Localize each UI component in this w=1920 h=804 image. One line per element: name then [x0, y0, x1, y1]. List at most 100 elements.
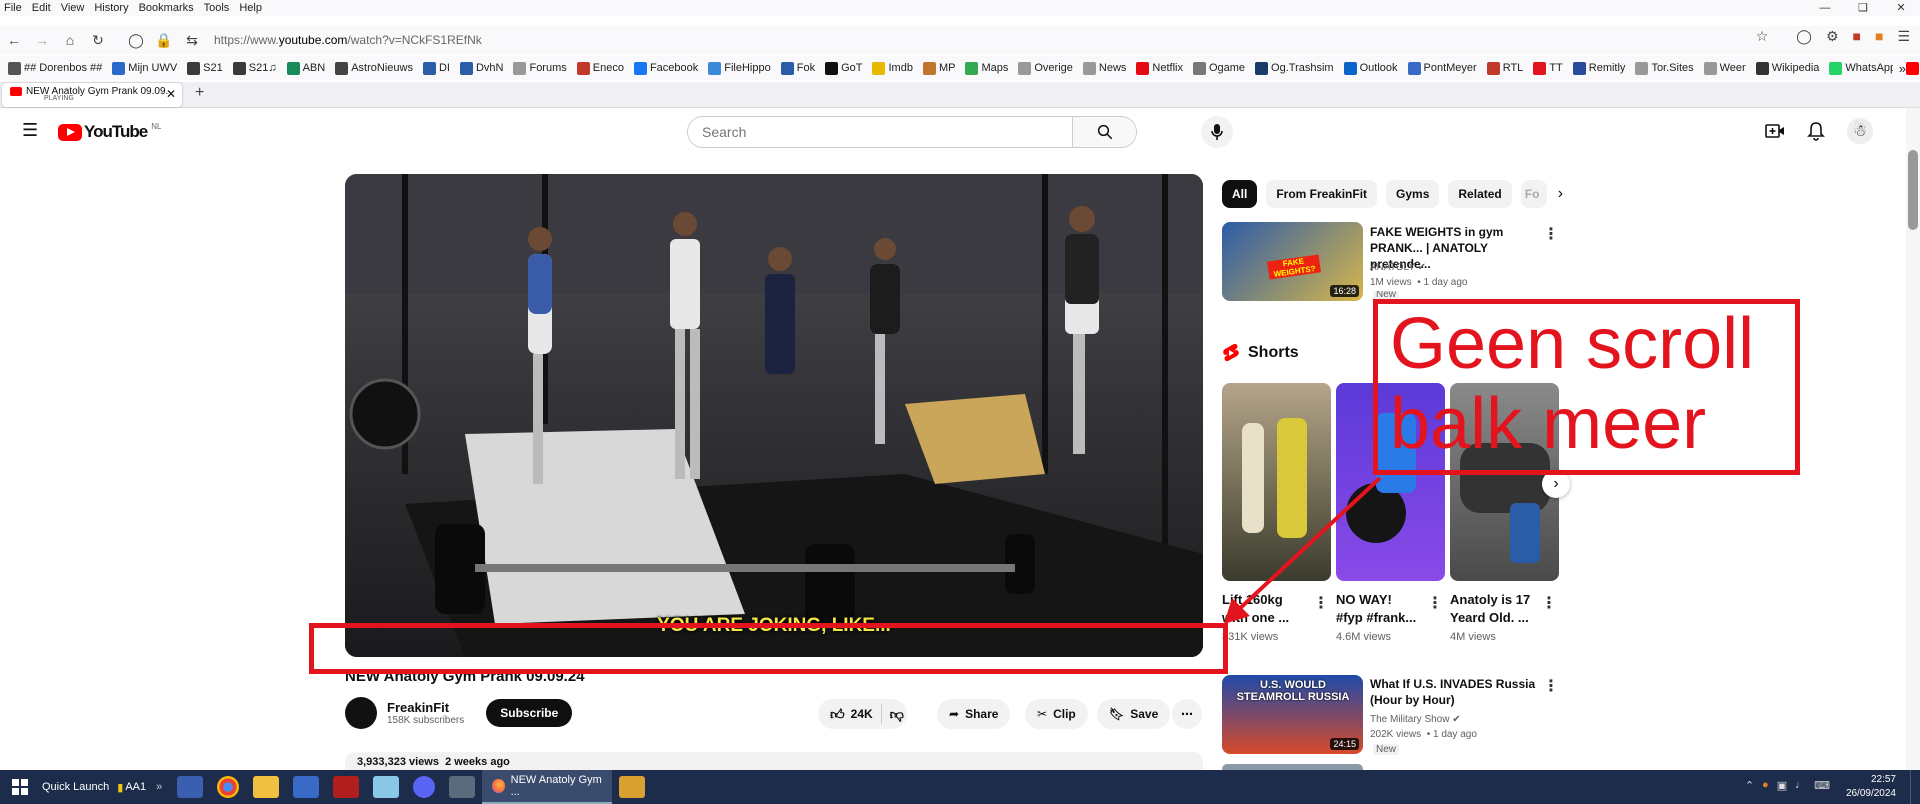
menu-history[interactable]: History	[94, 2, 128, 14]
shield-icon[interactable]: ◯	[122, 28, 150, 52]
chips-next-icon[interactable]: ›	[1558, 180, 1563, 208]
bookmark-item[interactable]: Weer	[1703, 61, 1746, 75]
related-channel[interactable]: The Military Show ✔	[1370, 714, 1461, 725]
app-menu-icon[interactable]: ☰	[1897, 28, 1910, 45]
bookmark-item[interactable]: RTL	[1486, 61, 1523, 75]
save-button[interactable]: 🔖︎ Save	[1097, 699, 1171, 729]
folder-icon[interactable]: ▮	[117, 781, 123, 794]
forward-icon[interactable]: →	[28, 28, 56, 52]
bookmark-item[interactable]: Mijn UWV	[112, 61, 177, 75]
lock-icon[interactable]: 🔒	[150, 28, 178, 52]
bookmark-item[interactable]: TT	[1533, 61, 1563, 75]
chip-all[interactable]: All	[1222, 180, 1258, 208]
back-icon[interactable]: ←	[0, 28, 28, 52]
extension-orange-icon[interactable]: ■	[1875, 28, 1883, 45]
keyboard-icon[interactable]: ⌨	[1814, 779, 1830, 792]
tab-youtube[interactable]: NEW Anatoly Gym Prank 09.09. PLAYING ✕	[2, 83, 182, 107]
related-thumbnail[interactable]: U.S. WOULD STEAMROLL RUSSIA 24:15	[1222, 675, 1363, 754]
menu-bookmarks[interactable]: Bookmarks	[139, 2, 194, 14]
bookmark-item[interactable]: Ogame	[1192, 61, 1245, 75]
short-title[interactable]: Anatoly is 17 Yeard Old. ...	[1450, 591, 1540, 627]
chip-gyms[interactable]: Gyms	[1386, 180, 1440, 208]
bookmark-item[interactable]: FileHippo	[708, 61, 771, 75]
bookmark-item[interactable]: MP	[922, 61, 955, 75]
aa1-label[interactable]: AA1	[125, 781, 146, 793]
tray-app-icon[interactable]: ●	[1762, 779, 1769, 792]
dislike-icon[interactable]: 👎︎	[890, 706, 904, 723]
bookmark-item[interactable]: Remitly	[1572, 61, 1625, 75]
bookmark-item[interactable]: News	[1082, 61, 1126, 75]
shield-app-icon[interactable]	[177, 776, 204, 798]
related-thumbnail[interactable]: FAKE WEIGHTS? 16:28	[1222, 222, 1363, 301]
quick-launch-label[interactable]: Quick Launch	[42, 781, 109, 793]
restore-icon[interactable]: ❏	[1844, 0, 1882, 16]
search-input[interactable]	[688, 117, 1136, 147]
clock[interactable]: 22:57 26/09/2024	[1846, 773, 1896, 801]
calculator-icon[interactable]	[449, 776, 476, 798]
subscribe-button[interactable]: Subscribe	[486, 699, 573, 727]
hamburger-menu-icon[interactable]: ☰	[22, 120, 38, 141]
chip-related[interactable]: Related	[1448, 180, 1512, 208]
related-channel[interactable]: ANATOLY ✔	[1370, 262, 1426, 273]
bookmark-item[interactable]: GoT	[825, 61, 862, 75]
menu-view[interactable]: View	[61, 2, 85, 14]
menu-edit[interactable]: Edit	[32, 2, 51, 14]
bookmarks-overflow-icon[interactable]: »	[1892, 60, 1906, 76]
discord-icon[interactable]	[413, 776, 436, 798]
channel-name[interactable]: FreakinFit	[387, 700, 464, 715]
taskbar-expand-icon[interactable]: »	[156, 781, 162, 793]
like-icon[interactable]: 👍︎	[830, 706, 845, 723]
bookmark-item[interactable]: Imdb	[872, 61, 913, 75]
bookmark-item[interactable]: Facebook	[633, 61, 698, 75]
menu-help[interactable]: Help	[239, 2, 262, 14]
scrollbar-thumb[interactable]	[1908, 150, 1918, 230]
bookmark-item[interactable]: YouTube	[1906, 61, 1920, 75]
chip-more[interactable]: Fo	[1520, 180, 1547, 208]
account-avatar[interactable]: ☃	[1847, 118, 1873, 144]
more-vert-icon[interactable]: ⋮	[1543, 676, 1559, 696]
volume-icon[interactable]: ♩	[1795, 779, 1806, 792]
related-title[interactable]: What If U.S. INVADES Russia (Hour by Hou…	[1370, 676, 1540, 708]
close-window-icon[interactable]: ✕	[1882, 0, 1920, 16]
bookmark-item[interactable]: Tor.Sites	[1635, 61, 1694, 75]
bookmark-item[interactable]: AstroNieuws	[335, 61, 413, 75]
clip-button[interactable]: ✂ Clip	[1025, 699, 1088, 729]
minimize-icon[interactable]: —	[1806, 0, 1844, 16]
youtube-logo[interactable]: YouTube NL	[58, 122, 161, 142]
misc-app-icon[interactable]	[619, 776, 646, 798]
bookmark-item[interactable]: Og.Trashsim	[1255, 61, 1334, 75]
create-video-icon[interactable]	[1765, 122, 1785, 140]
permissions-icon[interactable]: ⇆	[178, 28, 206, 52]
page-scrollbar[interactable]	[1906, 108, 1920, 770]
chip-from-channel[interactable]: From FreakinFit	[1266, 180, 1378, 208]
show-desktop-button[interactable]	[1910, 770, 1916, 804]
bookmark-item[interactable]: Wikipedia	[1755, 61, 1819, 75]
more-vert-icon[interactable]: ⋮	[1543, 224, 1559, 244]
bookmark-item[interactable]: DvhN	[459, 61, 503, 75]
menu-tools[interactable]: Tools	[204, 2, 230, 14]
windows-start-icon[interactable]	[0, 770, 40, 804]
bookmark-item[interactable]: Maps	[965, 61, 1008, 75]
bookmark-item[interactable]: Outlook	[1343, 61, 1398, 75]
file-explorer-icon[interactable]	[253, 776, 280, 798]
menu-file[interactable]: File	[4, 2, 22, 14]
pocket-icon[interactable]: ◯	[1796, 28, 1812, 45]
video-player[interactable]: YOU ARE JOKING, LIKE...	[345, 174, 1203, 657]
bookmark-item[interactable]: Netflix	[1136, 61, 1183, 75]
extension-badge-icon[interactable]: ■	[1853, 28, 1861, 45]
red-app-icon[interactable]	[333, 776, 360, 798]
bookmark-item[interactable]: PontMeyer	[1407, 61, 1477, 75]
notepad-icon[interactable]	[373, 776, 400, 798]
notifications-bell-icon[interactable]	[1807, 121, 1825, 141]
url-bar[interactable]: https://www.youtube.com/watch?v=NCkFS1RE…	[214, 33, 482, 47]
bookmark-item[interactable]: DI	[422, 61, 450, 75]
channel-avatar[interactable]	[345, 697, 377, 729]
chrome-icon[interactable]	[217, 776, 240, 798]
share-button[interactable]: ➦ Share	[937, 699, 1011, 729]
reload-icon[interactable]: ↻	[84, 28, 112, 52]
bookmark-item[interactable]: Fok	[780, 61, 815, 75]
bookmark-item[interactable]: Overige	[1018, 61, 1073, 75]
bookmark-star-icon[interactable]: ☆	[1756, 28, 1769, 45]
extensions-icon[interactable]: ⚙	[1826, 28, 1839, 45]
bookmark-item[interactable]: ABN	[286, 61, 325, 75]
